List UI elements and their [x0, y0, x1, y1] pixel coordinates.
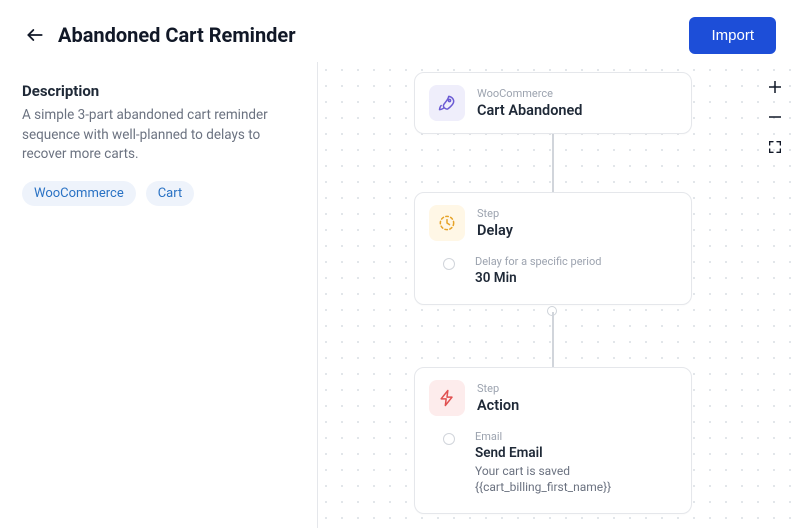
node-category: Step	[477, 383, 519, 394]
workflow-canvas[interactable]: WooCommerce Cart Abandoned Step Delay De…	[318, 62, 800, 528]
node-header: WooCommerce Cart Abandoned	[429, 85, 677, 121]
clock-icon	[429, 205, 465, 241]
node-title: Delay	[477, 222, 513, 239]
header-left: Abandoned Cart Reminder	[24, 23, 296, 47]
node-title: Action	[477, 397, 519, 414]
page-header: Abandoned Cart Reminder Import	[0, 0, 800, 62]
zoom-controls	[764, 76, 786, 158]
tag-list: WooCommerce Cart	[22, 181, 295, 206]
node-category: Step	[477, 208, 513, 219]
tag-woocommerce[interactable]: WooCommerce	[22, 181, 136, 206]
bolt-icon	[429, 380, 465, 416]
back-arrow-icon[interactable]	[24, 24, 46, 46]
node-delay[interactable]: Step Delay Delay for a specific period 3…	[414, 192, 692, 305]
connector-line	[552, 312, 554, 367]
node-title: Cart Abandoned	[477, 102, 582, 119]
node-header: Step Action	[429, 380, 677, 416]
page-title: Abandoned Cart Reminder	[58, 23, 296, 47]
rocket-icon	[429, 85, 465, 121]
detail-label: Delay for a specific period	[475, 255, 677, 268]
node-detail: Delay for a specific period 30 Min	[429, 255, 677, 286]
detail-label: Email	[475, 430, 677, 443]
node-detail: Email Send Email Your cart is saved {{ca…	[429, 430, 677, 495]
detail-body: Your cart is saved {{cart_billing_first_…	[475, 463, 677, 495]
description-heading: Description	[22, 82, 295, 100]
node-text: Step Delay	[477, 208, 513, 239]
zoom-out-button[interactable]	[764, 106, 786, 128]
description-text: A simple 3-part abandoned cart reminder …	[22, 106, 295, 165]
node-category: WooCommerce	[477, 88, 582, 99]
node-text: Step Action	[477, 383, 519, 414]
description-sidebar: Description A simple 3-part abandoned ca…	[0, 62, 318, 528]
detail-title: 30 Min	[475, 270, 677, 286]
node-action[interactable]: Step Action Email Send Email Your cart i…	[414, 367, 692, 514]
node-text: WooCommerce Cart Abandoned	[477, 88, 582, 119]
page-body: Description A simple 3-part abandoned ca…	[0, 62, 800, 528]
detail-title: Send Email	[475, 445, 677, 461]
node-header: Step Delay	[429, 205, 677, 241]
tag-cart[interactable]: Cart	[146, 181, 195, 206]
node-trigger[interactable]: WooCommerce Cart Abandoned	[414, 72, 692, 134]
import-button[interactable]: Import	[689, 17, 776, 54]
fullscreen-button[interactable]	[764, 136, 786, 158]
zoom-in-button[interactable]	[764, 76, 786, 98]
